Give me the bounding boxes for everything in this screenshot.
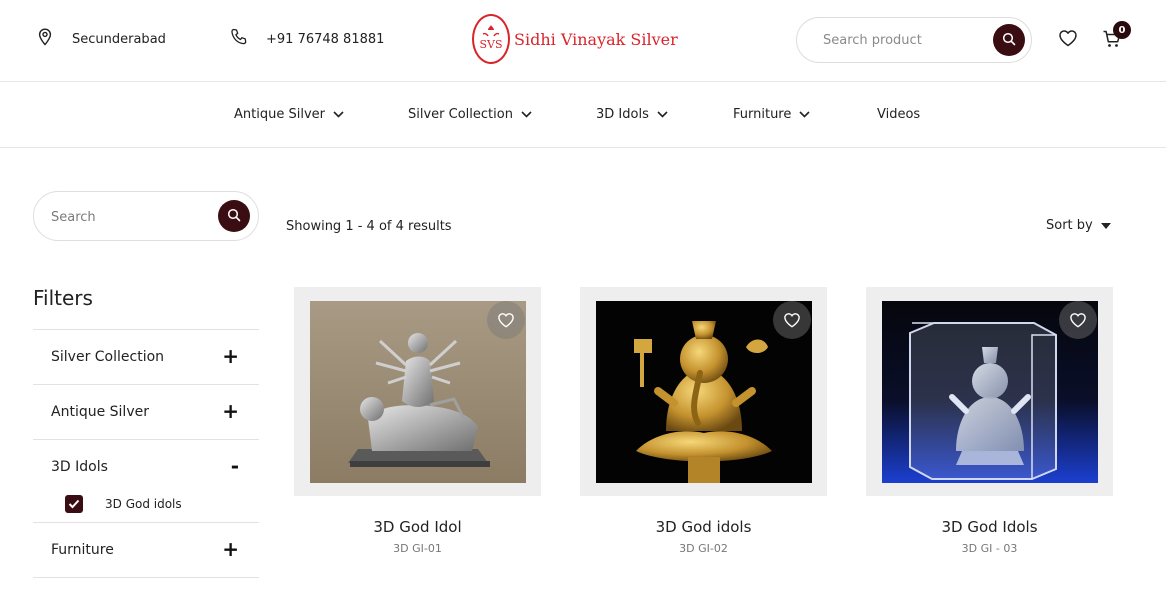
product-card[interactable]: 3D God idols 3D GI-02 [580, 287, 827, 555]
heart-icon [784, 313, 800, 328]
top-header: Secunderabad +91 76748 81881 SVS Sidhi V… [0, 0, 1166, 82]
filter-option-label: 3D God idols [105, 497, 182, 511]
phone-text: +91 76748 81881 [266, 31, 385, 47]
sidebar-search-input[interactable] [51, 207, 201, 227]
filter-group-silver-collection[interactable]: Silver Collection + [33, 329, 259, 384]
nav-item-label: Silver Collection [408, 107, 513, 122]
add-to-wishlist-button[interactable] [487, 301, 525, 339]
nav-item-label: Antique Silver [234, 107, 325, 122]
sidebar-search-button[interactable] [218, 200, 250, 232]
heart-icon [498, 313, 514, 328]
product-card[interactable]: 3D God Idols 3D GI - 03 [866, 287, 1113, 555]
sidebar-search-box [33, 191, 259, 241]
filter-group-label: Antique Silver [51, 404, 149, 420]
nav-item-antique-silver[interactable]: Antique Silver [234, 107, 344, 122]
filter-group-label: Silver Collection [51, 349, 165, 365]
location-text: Secunderabad [72, 31, 166, 47]
nav-item-silver-collection[interactable]: Silver Collection [408, 107, 532, 122]
search-icon [227, 207, 241, 226]
sort-by-label: Sort by [1046, 218, 1093, 233]
filter-group-label: Furniture [51, 542, 114, 558]
product-search-box [796, 17, 1032, 63]
nav-item-label: Furniture [733, 107, 792, 122]
nav-item-label: Videos [877, 107, 921, 122]
nav-item-furniture[interactable]: Furniture [733, 107, 810, 122]
chevron-down-icon [657, 111, 668, 118]
filter-group-antique-silver[interactable]: Antique Silver + [33, 384, 259, 439]
checkmark-icon [68, 499, 80, 509]
expand-toggle[interactable]: + [222, 344, 239, 368]
filter-group-furniture[interactable]: Furniture + [33, 522, 259, 577]
product-sku: 3D GI-01 [393, 542, 442, 555]
chevron-down-icon [521, 111, 532, 118]
svg-text:SVS: SVS [479, 38, 502, 51]
location-pin-icon [38, 28, 52, 50]
product-sku: 3D GI-02 [679, 542, 728, 555]
product-title[interactable]: 3D God Idols [866, 518, 1113, 536]
sort-by-dropdown[interactable]: Sort by [1046, 218, 1111, 233]
results-count: Showing 1 - 4 of 4 results [286, 219, 452, 234]
caret-down-icon [1100, 222, 1111, 229]
product-card[interactable]: 3D God Idol 3D GI-01 [294, 287, 541, 555]
add-to-wishlist-button[interactable] [773, 301, 811, 339]
brand-name: Sidhi Vinayak Silver [514, 29, 678, 49]
collapse-toggle[interactable]: - [231, 454, 239, 478]
main-nav: Antique Silver Silver Collection 3D Idol… [0, 83, 1166, 148]
filter-divider [33, 577, 259, 578]
phone-contact[interactable]: +91 76748 81881 [230, 28, 384, 50]
checkbox-checked[interactable] [65, 495, 83, 513]
product-search-input[interactable] [823, 30, 973, 50]
search-icon [1002, 31, 1016, 50]
filter-option-3d-god-idols[interactable]: 3D God idols [65, 495, 182, 513]
add-to-wishlist-button[interactable] [1059, 301, 1097, 339]
nav-item-label: 3D Idols [596, 107, 649, 122]
chevron-down-icon [333, 111, 344, 118]
location[interactable]: Secunderabad [38, 28, 166, 50]
product-title[interactable]: 3D God Idol [294, 518, 541, 536]
chevron-down-icon [799, 111, 810, 118]
brand-logo[interactable]: SVS Sidhi Vinayak Silver [472, 14, 678, 64]
nav-item-videos[interactable]: Videos [877, 107, 920, 122]
product-title[interactable]: 3D God idols [580, 518, 827, 536]
cart-count-badge: 0 [1113, 21, 1131, 39]
heart-icon [1070, 313, 1086, 328]
wishlist-button[interactable] [1058, 29, 1078, 51]
expand-toggle[interactable]: + [222, 537, 239, 561]
product-image-frame[interactable] [294, 287, 541, 496]
product-sku: 3D GI - 03 [961, 542, 1018, 555]
filter-group-label: 3D Idols [51, 459, 108, 475]
product-search-button[interactable] [993, 24, 1025, 56]
nav-item-3d-idols[interactable]: 3D Idols [596, 107, 668, 122]
logo-emblem-icon: SVS [472, 14, 510, 64]
phone-icon [230, 28, 248, 50]
product-image-frame[interactable] [580, 287, 827, 496]
product-image-frame[interactable] [866, 287, 1113, 496]
cart-button[interactable]: 0 [1102, 21, 1131, 53]
heart-icon [1058, 30, 1078, 51]
expand-toggle[interactable]: + [222, 399, 239, 423]
filters-heading: Filters [33, 286, 93, 310]
